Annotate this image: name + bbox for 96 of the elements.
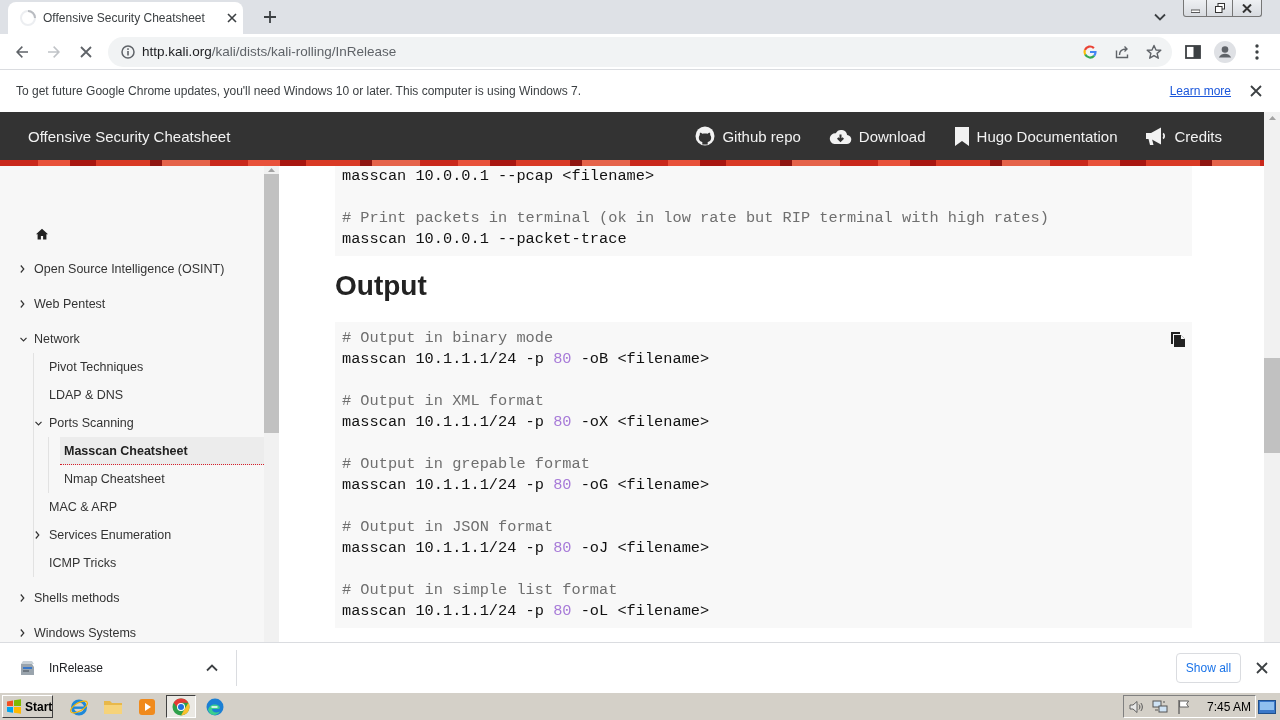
clock[interactable]: 7:45 AM [1206,699,1251,714]
learn-more-link[interactable]: Learn more [1169,84,1231,98]
sidebar-link[interactable]: Pivot Techniques [45,359,144,375]
forward-arrow-icon [46,43,62,60]
header-nav-link[interactable]: Download [828,127,926,145]
sidebar-link[interactable]: Network [30,331,80,347]
kebab-menu-icon [1255,43,1259,60]
restore-icon [1214,3,1225,13]
code-line: masscan 10.1.1.1/24 -p 80 -oL <filename> [342,601,710,622]
flag-icon[interactable] [1175,698,1192,715]
back-arrow-icon [14,43,30,60]
network-icon[interactable] [1151,698,1168,715]
chevron-right-icon[interactable] [20,300,25,308]
home-link[interactable] [36,228,48,240]
code-line: masscan 10.1.1.1/24 -p 80 -oJ <filename> [342,538,710,559]
chevron-down-icon[interactable] [20,336,27,342]
share-icon [1114,43,1130,60]
start-button[interactable]: Start [2,695,53,718]
g-logo-icon [1082,43,1098,60]
code-comment: # Print packets in terminal (ok in low rate but RIP terminal with high rates) [342,208,1049,229]
close-window-button[interactable] [1233,0,1262,17]
header-nav-link[interactable]: Hugo Documentation [953,125,1118,147]
code-line: masscan 10.1.1.1/24 -p 80 -oG <filename> [342,475,710,496]
download-file-name[interactable]: InRelease [49,660,104,675]
infobar-close-button[interactable] [1250,85,1262,97]
sidebar-link[interactable]: Services Enumeration [45,527,172,543]
code-line: masscan 10.0.0.1 --pcap <filename> [342,166,655,187]
speaker-icon[interactable] [1127,698,1144,715]
chevron-up-icon [206,663,218,672]
chevron-right-icon[interactable] [20,265,25,273]
code-line: masscan 10.1.1.1/24 -p 80 -oX <filename> [342,412,710,433]
page-scrollbar[interactable] [1264,112,1280,642]
show-desktop-icon[interactable] [1258,698,1276,715]
star-icon [1146,43,1162,60]
home-icon [36,228,48,240]
sidebar-link[interactable]: ICMP Tricks [45,555,117,571]
sidebar-link[interactable]: Windows Systems [30,625,137,641]
code-comment: # Output in simple list format [342,580,618,601]
plus-icon [263,10,277,24]
close-icon [1242,3,1252,13]
chevron-right-icon[interactable] [20,629,25,637]
close-icon [1256,661,1268,674]
scrollbar-thumb[interactable] [1264,358,1280,453]
address-bar[interactable]: http.kali.org/kali/dists/kali-rolling/InRelease [108,36,1172,67]
infobar-message: To get future Google Chrome updates, you'll need Windows 10 or later. This computer is using Windows 7. [16,84,582,98]
side-panel-icon [1185,44,1201,59]
megaphone-icon [1145,126,1168,146]
chevron-down-icon[interactable] [35,420,42,426]
restore-button[interactable] [1207,0,1233,17]
sidebar-link[interactable]: Masscan Cheatsheet [60,437,264,465]
code-comment: # Output in binary mode [342,328,554,349]
chevron-right-icon[interactable] [20,594,25,602]
sidebar-scrollbar[interactable] [264,166,279,642]
chevron-down-icon [1154,13,1166,21]
new-tab-button[interactable] [262,9,278,25]
cloud-download-icon [828,127,852,145]
tab-search-button[interactable] [1154,11,1166,23]
taskbar-app-button[interactable] [166,695,196,718]
profile-avatar-icon [1214,40,1236,63]
sidebar-link[interactable]: Ports Scanning [45,415,134,431]
copy-button[interactable] [1170,331,1186,347]
code-line: masscan 10.1.1.1/24 -p 80 -oB <filename> [342,349,710,370]
sidebar-link[interactable]: MAC & ARP [45,499,118,515]
info-icon[interactable] [121,44,135,59]
sidebar-link[interactable]: Web Pentest [30,296,106,312]
header-nav-link[interactable]: Credits [1145,126,1222,146]
close-icon [227,13,237,23]
close-icon [1250,85,1262,97]
sidebar-link[interactable]: Shells methods [30,590,120,606]
sidebar-link[interactable]: LDAP & DNS [45,387,124,403]
sidebar-link[interactable]: Open Source Intelligence (OSINT) [30,261,225,277]
download-bar-close-button[interactable] [1256,661,1268,674]
url-text: http.kali.org/kali/dists/kali-rolling/InRelease [142,44,397,59]
tab-title: Offensive Security Cheatsheet [43,11,206,25]
code-comment: # Output in JSON format [342,517,554,538]
site-title[interactable]: Offensive Security Cheatsheet [28,127,231,145]
browser-tab[interactable]: Offensive Security Cheatsheet [8,2,243,34]
scrollbar-thumb[interactable] [264,174,279,433]
copy-icon [1170,331,1186,347]
loading-spinner-icon [20,10,36,26]
stop-icon [79,44,93,59]
header-nav-link[interactable]: Github repo [695,126,801,146]
edge-logo-icon[interactable] [206,697,224,716]
github-icon [695,126,716,146]
minimize-button[interactable] [1183,0,1207,17]
chevron-right-icon[interactable] [35,531,40,539]
section-heading: Output [335,269,427,303]
code-comment: # Output in grepable format [342,454,590,475]
code-line: masscan 10.0.0.1 --packet-trace [342,229,627,250]
code-comment: # Output in XML format [342,391,544,412]
show-all-button[interactable]: Show all [1176,652,1241,683]
windows-flag-icon [6,699,22,714]
file-package-icon[interactable] [19,659,36,676]
sidebar-link[interactable]: Nmap Cheatsheet [60,471,165,487]
bookmark-icon [953,125,970,147]
chrome-logo-icon[interactable] [172,697,190,716]
